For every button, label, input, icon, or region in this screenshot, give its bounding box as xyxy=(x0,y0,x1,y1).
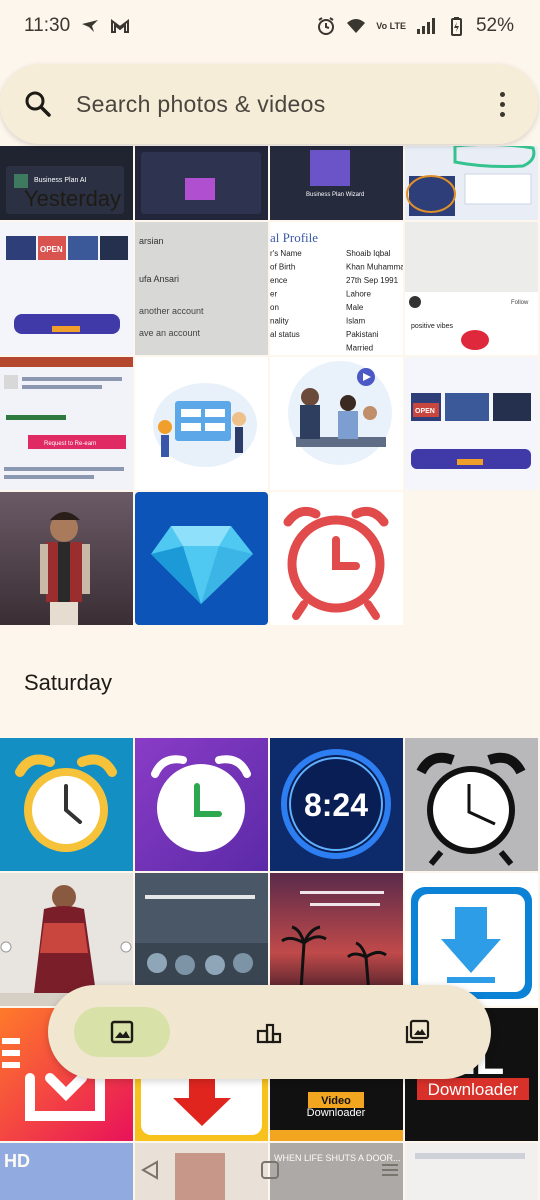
alarm-status-icon xyxy=(316,16,336,36)
photo-thumbnail[interactable] xyxy=(270,357,403,490)
gmail-notification-icon xyxy=(110,16,130,36)
search-bar[interactable]: Search photos & videos xyxy=(0,64,538,144)
photo-thumbnail[interactable] xyxy=(0,492,133,625)
photo-thumbnail[interactable] xyxy=(135,146,268,220)
photo-thumbnail[interactable] xyxy=(0,738,133,871)
photo-thumbnail[interactable]: 8:24 xyxy=(270,738,403,871)
section-header-yesterday: Yesterday xyxy=(24,186,122,211)
account-text: another account xyxy=(139,306,204,316)
battery-percent: 52% xyxy=(475,15,514,36)
photo-thumbnail[interactable]: al Profile r's Name Shoaib Iqbal of Birth Kh… xyxy=(270,222,403,355)
digital-clock-text: 8:24 xyxy=(304,787,368,823)
status-time: 11:30 xyxy=(24,15,71,36)
status-bar: 11:30 Vo LTE 52% xyxy=(0,0,540,52)
profile-row-label: ence xyxy=(270,276,288,285)
profile-title-text: al Profile xyxy=(270,230,318,245)
battery-icon xyxy=(446,16,466,36)
profile-row-value: Islam xyxy=(346,317,365,326)
request-button-text: Request to Re-earn xyxy=(44,441,96,447)
photo-thumbnail[interactable] xyxy=(135,738,268,871)
search-icon xyxy=(25,91,51,117)
home-icon[interactable] xyxy=(259,1159,281,1181)
bird-notification-icon xyxy=(80,16,100,36)
section-header-saturday: Saturday xyxy=(24,670,113,695)
profile-row-label: of Birth xyxy=(270,263,295,272)
photo-icon xyxy=(110,1020,134,1044)
profile-row-value: Khan Muhammad xyxy=(346,263,403,272)
collections-icon xyxy=(257,1023,282,1044)
profile-row-value: Lahore xyxy=(346,290,371,299)
photo-thumbnail[interactable] xyxy=(135,357,268,490)
profile-row-value: 27th Sep 1991 xyxy=(346,276,399,285)
profile-row-value: Male xyxy=(346,303,364,312)
volte-label: Vo LTE xyxy=(376,20,406,31)
nav-collections-button[interactable] xyxy=(221,1007,317,1057)
empty-slot xyxy=(405,492,538,625)
profile-row-label: r's Name xyxy=(270,249,302,258)
search-input[interactable]: Search photos & videos xyxy=(76,91,490,118)
profile-row-label: al status xyxy=(270,330,300,339)
recents-icon[interactable] xyxy=(379,1159,401,1181)
photo-thumbnail[interactable]: OPEN xyxy=(405,357,538,490)
profile-row-label: er xyxy=(270,290,277,299)
photo-thumbnail[interactable]: OPEN xyxy=(0,222,133,355)
system-navigation-bar xyxy=(0,1140,540,1200)
photo-thumbnail[interactable] xyxy=(405,146,538,220)
business-plan-wizard-text: Business Plan Wizard xyxy=(306,192,364,198)
account-text: arsian xyxy=(139,236,164,246)
positive-vibes-text: positive vibes xyxy=(411,323,454,330)
account-text: ufa Ansari xyxy=(139,274,179,284)
yesterday-grid: Business Plan AI Business Plan Wizard OP… xyxy=(0,146,540,625)
photo-thumbnail[interactable]: arsian ufa Ansari another account ave an ac… xyxy=(135,222,268,355)
nav-albums-button[interactable] xyxy=(369,1007,465,1057)
saturday-grid: 8:24 VideoDownloader LLDownloader HD WHE… xyxy=(0,738,540,1200)
photo-thumbnail[interactable]: positive vibes Follow xyxy=(405,222,538,355)
bottom-navigation xyxy=(48,985,491,1079)
downloader-label-text: Downloader xyxy=(307,1107,366,1119)
photo-thumbnail[interactable] xyxy=(405,738,538,871)
photo-thumbnail[interactable] xyxy=(270,492,403,625)
photo-thumbnail[interactable]: Request to Re-earn xyxy=(0,357,133,490)
profile-row-value: Shoaib Iqbal xyxy=(346,249,391,258)
video-label-text: Video xyxy=(321,1095,351,1107)
business-plan-text: Business Plan AI xyxy=(34,177,87,184)
open-sign-text: OPEN xyxy=(40,245,63,254)
open-sign-text: OPEN xyxy=(415,408,435,415)
more-options-icon[interactable] xyxy=(490,88,514,120)
follow-text: Follow xyxy=(511,300,529,306)
profile-row-value: Pakistani xyxy=(346,330,379,339)
photo-thumbnail[interactable]: Business Plan Wizard xyxy=(270,146,403,220)
nav-photos-button[interactable] xyxy=(73,1007,170,1057)
profile-row-label: nality xyxy=(270,317,289,326)
back-icon[interactable] xyxy=(139,1159,161,1181)
wifi-icon xyxy=(346,16,366,36)
profile-row-value: Married xyxy=(346,344,373,353)
account-text: ave an account xyxy=(139,328,201,338)
signal-icon xyxy=(416,16,436,36)
albums-icon xyxy=(406,1019,430,1044)
photo-thumbnail[interactable] xyxy=(135,492,268,625)
profile-row-label: on xyxy=(270,303,279,312)
downloader-label-text-2: Downloader xyxy=(428,1080,519,1099)
